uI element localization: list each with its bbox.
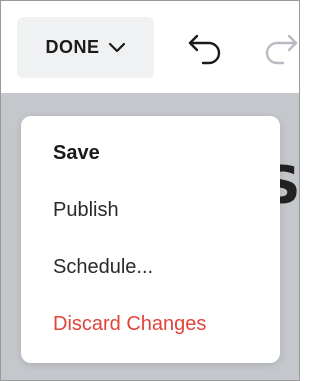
menu-item-save[interactable]: Save xyxy=(53,141,100,165)
done-dropdown-menu: Save Publish Schedule... Discard Changes xyxy=(21,116,280,363)
window-frame: DONE S Save Publish Schedule... Discard … xyxy=(0,0,300,381)
toolbar: DONE xyxy=(1,1,299,93)
menu-item-schedule[interactable]: Schedule... xyxy=(53,255,153,279)
menu-item-discard-changes[interactable]: Discard Changes xyxy=(53,312,206,336)
done-button[interactable]: DONE xyxy=(17,17,154,78)
done-button-label: DONE xyxy=(45,37,100,57)
redo-button[interactable] xyxy=(261,30,299,66)
menu-item-publish[interactable]: Publish xyxy=(53,198,119,222)
chevron-down-icon xyxy=(108,42,125,52)
undo-button[interactable] xyxy=(185,30,225,66)
redo-icon xyxy=(265,34,298,65)
undo-icon xyxy=(188,34,221,65)
